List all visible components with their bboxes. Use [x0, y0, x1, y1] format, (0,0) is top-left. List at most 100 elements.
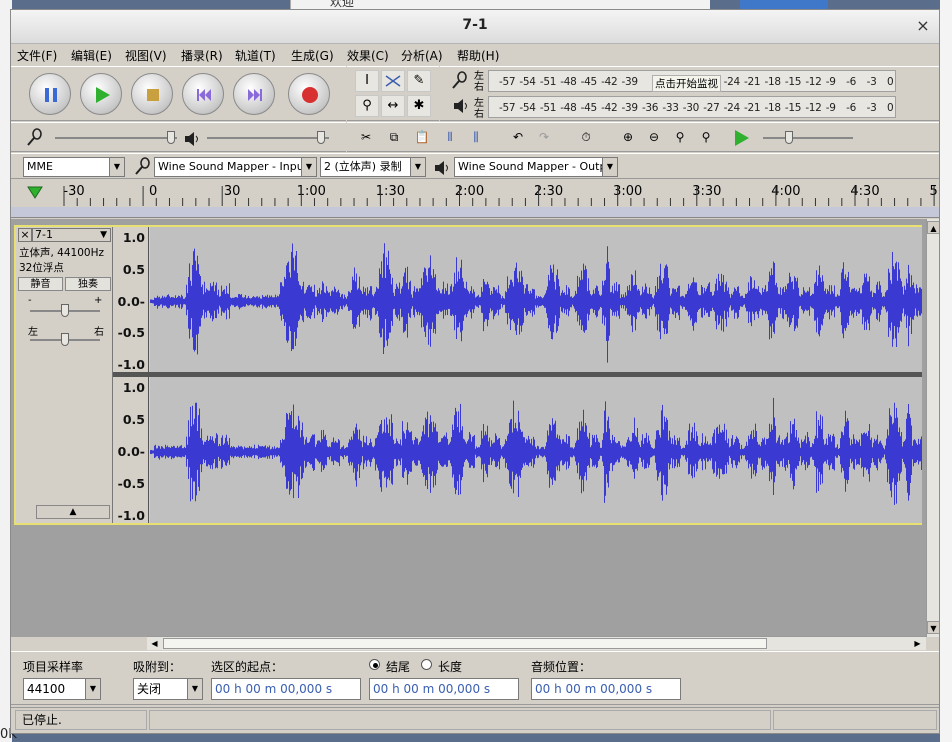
- trim-icon[interactable]: ⫴: [439, 126, 461, 148]
- sync-lock-icon[interactable]: ⏱: [575, 126, 597, 148]
- zoom-in-icon[interactable]: ⊕: [617, 126, 639, 148]
- timeshift-tool-icon[interactable]: ↔: [381, 95, 405, 117]
- paste-icon[interactable]: 📋: [411, 126, 433, 148]
- silence-icon[interactable]: ⫼: [465, 126, 487, 148]
- menu-help[interactable]: 帮助(H): [457, 47, 499, 64]
- menu-view[interactable]: 视图(V): [125, 47, 167, 64]
- waveform-left-channel[interactable]: [150, 227, 922, 372]
- record-meter-bar[interactable]: -57 -54 -51 -48 -45 -42 -39 -24 -21 -18 -15 -12 -9 -6…: [488, 70, 896, 92]
- meter-scale-label: -30: [682, 102, 700, 114]
- skip-end-icon: [248, 89, 262, 101]
- meter-scale-label: -36: [641, 102, 659, 114]
- menu-analyze[interactable]: 分析(A): [401, 47, 443, 64]
- play-speed-slider[interactable]: [763, 131, 853, 145]
- amplitude-scale-label: 0.0-: [117, 444, 145, 459]
- vertical-scrollbar[interactable]: ▲ ▼: [926, 219, 939, 637]
- selection-toolbar: 项目采样率 44100 ▼ 吸附到： 关闭 ▼ 选区的起点： 00 h 00 m 0…: [11, 651, 939, 705]
- playback-meter-speaker-icon[interactable]: [452, 96, 470, 116]
- meter-scale-label: -21: [744, 102, 761, 114]
- gain-slider[interactable]: [30, 304, 100, 318]
- output-device-select[interactable]: Wine Sound Mapper - Output ▼: [454, 157, 618, 177]
- selection-start-value: 00 h 00 m 00,000 s: [215, 682, 333, 696]
- scroll-down-icon[interactable]: ▼: [927, 621, 939, 634]
- scroll-right-icon[interactable]: ▶: [911, 637, 924, 650]
- project-rate-label: 项目采样率: [23, 660, 84, 674]
- output-device-speaker-icon: [433, 158, 451, 181]
- meter-scale-label: -33: [662, 102, 679, 114]
- input-volume-slider[interactable]: [55, 131, 177, 145]
- length-radio-button[interactable]: [421, 659, 432, 670]
- zoom-tool-icon[interactable]: ⚲: [355, 95, 379, 117]
- track-collapse-button[interactable]: ▲: [36, 505, 110, 519]
- copy-icon[interactable]: ⧉: [383, 126, 405, 148]
- audio-position-label: 音频位置：: [531, 660, 592, 674]
- meter-scale-label: -12: [805, 102, 822, 114]
- output-volume-speaker-icon: [183, 129, 201, 152]
- selection-end-time[interactable]: 00 h 00 m 00,000 s: [369, 678, 519, 700]
- menu-generate[interactable]: 生成(G): [291, 47, 334, 64]
- audio-position-time[interactable]: 00 h 00 m 00,000 s: [531, 678, 681, 700]
- snap-to-select[interactable]: 关闭 ▼: [133, 678, 203, 700]
- redo-icon[interactable]: ↷: [533, 126, 555, 148]
- track-area: × 7-1 ▼ 立体声, 44100Hz 32位浮点 静音 独奏 - + 左 右: [11, 219, 926, 637]
- track-close-icon[interactable]: ×: [18, 228, 32, 242]
- meter-scale-label: -51: [539, 76, 557, 88]
- play-button[interactable]: [80, 73, 122, 115]
- skip-to-start-button[interactable]: [182, 73, 224, 115]
- scroll-left-icon[interactable]: ◀: [148, 637, 161, 650]
- meter-scale-label: -24: [723, 76, 741, 88]
- meter-scale-label: -48: [560, 102, 577, 114]
- menu-file[interactable]: 文件(F): [17, 47, 57, 64]
- fit-project-icon[interactable]: ⚲: [695, 126, 717, 148]
- input-channels-value: 2 (立体声) 录制: [324, 160, 402, 173]
- undo-icon[interactable]: ↶: [507, 126, 529, 148]
- multi-tool-icon[interactable]: ✱: [407, 95, 431, 117]
- meter-scale-label: -54: [519, 102, 536, 114]
- end-radio-button[interactable]: [369, 659, 380, 670]
- input-device-select[interactable]: Wine Sound Mapper - Input ▼: [154, 157, 317, 177]
- solo-button[interactable]: 独奏: [65, 277, 111, 291]
- play-at-speed-icon[interactable]: [731, 128, 751, 151]
- playback-meter-bar[interactable]: -57 -54 -51 -48 -45 -42 -39 -36 -33 -30 -27 -24 -21-…: [488, 96, 896, 118]
- horizontal-scrollbar[interactable]: ◀ ▶: [147, 636, 926, 650]
- timeline-ruler[interactable]: -300301:001:302:002:303:003:304:004:305:…: [11, 180, 939, 218]
- fit-selection-icon[interactable]: ⚲: [669, 126, 691, 148]
- menu-edit[interactable]: 编辑(E): [71, 47, 112, 64]
- record-button[interactable]: [288, 73, 330, 115]
- amplitude-scale-label: 0.5: [122, 261, 145, 277]
- menu-tracks[interactable]: 轨道(T): [235, 47, 276, 64]
- vertical-scale-right-channel: 1.0 0.5 0.0- -0.5 -1.0: [113, 377, 149, 523]
- waveform-right-channel[interactable]: [150, 377, 922, 523]
- horizontal-scroll-thumb[interactable]: [163, 638, 767, 649]
- scroll-up-icon[interactable]: ▲: [927, 221, 939, 234]
- draw-tool-icon[interactable]: ✎: [407, 70, 431, 92]
- background-next-button: [740, 0, 828, 9]
- meter-scale-label: -54: [519, 76, 536, 88]
- amplitude-scale-label: 1.0: [122, 380, 145, 395]
- close-icon[interactable]: ×: [913, 16, 933, 36]
- track-7-1[interactable]: × 7-1 ▼ 立体声, 44100Hz 32位浮点 静音 独奏 - + 左 右: [14, 225, 922, 525]
- track-name-menu[interactable]: 7-1 ▼: [32, 228, 111, 242]
- meter-scale-label: -15: [784, 102, 802, 114]
- record-meter-mic-icon[interactable]: [450, 71, 470, 91]
- menu-effect[interactable]: 效果(C): [347, 47, 389, 64]
- zoom-out-icon[interactable]: ⊖: [643, 126, 665, 148]
- pause-button[interactable]: [29, 73, 71, 115]
- meter-scale-label: -12: [805, 76, 822, 88]
- envelope-tool-icon[interactable]: [381, 70, 405, 92]
- mute-button[interactable]: 静音: [18, 277, 63, 291]
- pan-slider[interactable]: [30, 333, 100, 347]
- stop-button[interactable]: [131, 73, 173, 115]
- output-volume-slider[interactable]: [207, 131, 329, 145]
- selection-start-time[interactable]: 00 h 00 m 00,000 s: [211, 678, 361, 700]
- cut-icon[interactable]: ✂: [355, 126, 377, 148]
- project-rate-select[interactable]: 44100 ▼: [23, 678, 101, 700]
- device-toolbar: MME ▼ Wine Sound Mapper - Input ▼ 2 (立体声) …: [11, 153, 939, 181]
- selection-tool-icon[interactable]: I: [355, 70, 379, 92]
- amplitude-scale-label: -1.0: [117, 357, 145, 372]
- skip-to-end-button[interactable]: [233, 73, 275, 115]
- window-title: 7-1: [462, 17, 488, 33]
- menu-transport[interactable]: 播录(R): [181, 47, 223, 64]
- audio-host-select[interactable]: MME ▼: [23, 157, 125, 177]
- input-channels-select[interactable]: 2 (立体声) 录制 ▼: [320, 157, 426, 177]
